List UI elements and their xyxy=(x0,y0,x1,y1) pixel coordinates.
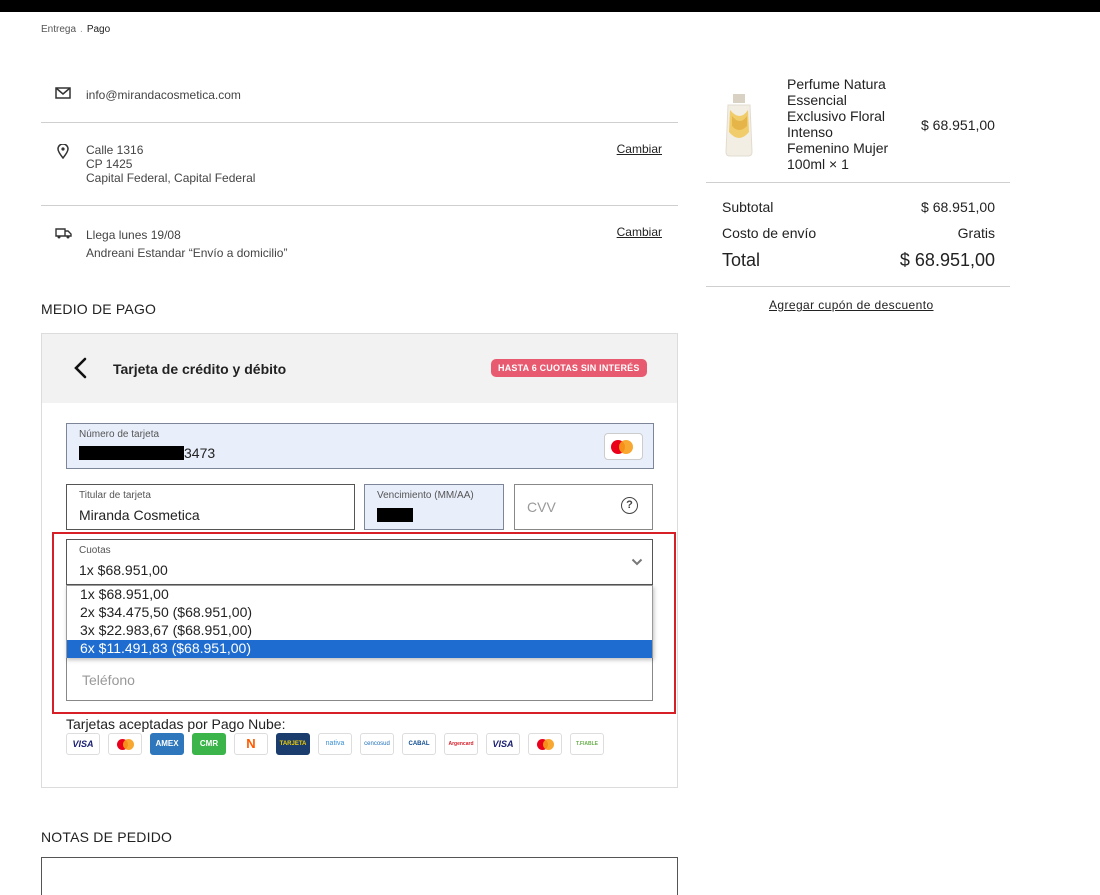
total-label: Total xyxy=(722,250,761,270)
product-image xyxy=(725,94,753,157)
address-text: Calle 1316 CP 1425 Capital Federal, Capi… xyxy=(86,143,255,185)
payment-section-title: MEDIO DE PAGO xyxy=(41,301,157,317)
cencosud-card-icon: cencosud xyxy=(360,733,394,755)
address-line3: Capital Federal, Capital Federal xyxy=(86,171,256,185)
order-notes-textarea[interactable] xyxy=(41,857,678,895)
back-arrow-icon[interactable] xyxy=(72,356,92,380)
shipping-eta: Llega lunes 19/08 xyxy=(86,228,181,242)
cabal-card-icon: CABAL xyxy=(402,733,436,755)
help-icon[interactable]: ? xyxy=(621,497,638,514)
visa-debit-card-icon: VISA xyxy=(486,733,520,755)
payment-method-header: Tarjeta de crédito y débito HASTA 6 CUOT… xyxy=(42,334,677,403)
accepted-cards-title: Tarjetas aceptadas por Pago Nube: xyxy=(66,716,286,732)
address-line1: Calle 1316 xyxy=(86,143,144,157)
argencard-card-icon: Argencard xyxy=(444,733,478,755)
card-number-value: 3473 xyxy=(79,445,215,461)
breadcrumb-pago: Pago xyxy=(86,24,111,35)
product-price: $ 68.951,00 xyxy=(921,117,995,133)
amex-card-icon: AMEX xyxy=(150,733,184,755)
naranja-card-icon: N xyxy=(234,733,268,755)
add-coupon-link[interactable]: Agregar cupón de descuento xyxy=(769,298,934,312)
expiry-value xyxy=(377,507,413,523)
cmr-card-icon: CMR xyxy=(192,733,226,755)
change-address-link[interactable]: Cambiar xyxy=(617,142,662,156)
highlight-frame xyxy=(52,532,676,714)
total-value: $ 68.951,00 xyxy=(899,250,995,270)
redacted-block xyxy=(377,508,413,522)
shipping-method: Andreani Estandar “Envío a domicilio” xyxy=(86,246,288,260)
address-row: Calle 1316 CP 1425 Capital Federal, Capi… xyxy=(41,123,678,206)
card-holder-label: Titular de tarjeta xyxy=(79,490,151,501)
location-pin-icon xyxy=(57,144,69,159)
fiable-card-icon: T.FIABLE xyxy=(570,733,604,755)
shipping-cost-row: Costo de envío Gratis xyxy=(722,225,995,241)
notes-section-title: NOTAS DE PEDIDO xyxy=(41,829,173,845)
card-number-field[interactable]: Número de tarjeta 3473 xyxy=(66,423,654,469)
installments-badge: HASTA 6 CUOTAS SIN INTERÉS xyxy=(491,359,647,377)
redacted-block xyxy=(79,446,184,460)
subtotal-row: Subtotal $ 68.951,00 xyxy=(722,199,995,215)
subtotal-value: $ 68.951,00 xyxy=(921,199,995,215)
change-shipping-link[interactable]: Cambiar xyxy=(617,225,662,239)
divider xyxy=(706,182,1010,183)
expiry-field[interactable]: Vencimiento (MM/AA) xyxy=(364,484,504,530)
mastercard-card-icon xyxy=(108,733,142,755)
card-holder-field[interactable]: Titular de tarjeta Miranda Cosmetica xyxy=(66,484,355,530)
mail-icon xyxy=(55,87,71,99)
top-bar xyxy=(0,0,1100,12)
shipping-text: Llega lunes 19/08 Andreani Estandar “Env… xyxy=(86,226,287,262)
truck-icon xyxy=(55,228,72,239)
card-number-suffix: 3473 xyxy=(184,445,216,461)
breadcrumb: Entrega. Pago xyxy=(41,24,110,35)
card-number-label: Número de tarjeta xyxy=(79,429,160,440)
product-name: Perfume Natura Essencial Exclusivo Flora… xyxy=(787,76,889,172)
shopping-card-icon: TARJETA xyxy=(276,733,310,755)
nativa-card-icon: nativa xyxy=(318,733,352,755)
mastercard-icon xyxy=(604,433,643,460)
total-row: Total $ 68.951,00 xyxy=(722,250,995,271)
cvv-placeholder: CVV xyxy=(527,499,556,515)
maestro-card-icon xyxy=(528,733,562,755)
subtotal-label: Subtotal xyxy=(722,199,774,215)
breadcrumb-separator: . xyxy=(80,24,83,35)
visa-card-icon: VISA xyxy=(66,733,100,755)
email-row: info@mirandacosmetica.com xyxy=(41,66,678,123)
cvv-field[interactable]: CVV ? xyxy=(514,484,653,530)
card-holder-value: Miranda Cosmetica xyxy=(79,507,200,523)
shipping-cost-value: Gratis xyxy=(957,225,995,241)
shipping-row: Llega lunes 19/08 Andreani Estandar “Env… xyxy=(41,206,678,273)
payment-method-title: Tarjeta de crédito y débito xyxy=(113,361,287,377)
breadcrumb-entrega[interactable]: Entrega xyxy=(41,24,76,35)
shipping-cost-label: Costo de envío xyxy=(722,225,817,241)
expiry-label: Vencimiento (MM/AA) xyxy=(377,490,474,501)
address-line2: CP 1425 xyxy=(86,157,133,171)
divider xyxy=(706,286,1010,287)
email-value: info@mirandacosmetica.com xyxy=(86,88,241,102)
